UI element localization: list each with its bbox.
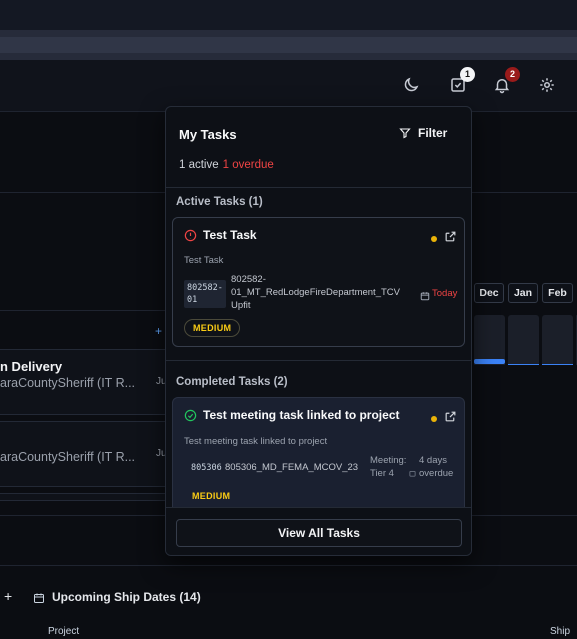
- project-card-subtitle: araCountySheriff (IT R...: [0, 450, 136, 464]
- column-header-project[interactable]: Project: [48, 626, 79, 637]
- due-status-line: overdue: [419, 468, 454, 479]
- moon-icon[interactable]: [402, 76, 420, 94]
- project-name-line: 802582-: [231, 274, 266, 285]
- calendar-icon: [420, 288, 430, 301]
- project-code-line: 802582-: [187, 283, 223, 293]
- project-code: 802582- 01: [184, 280, 226, 308]
- column-header-ship[interactable]: Ship: [550, 626, 570, 637]
- app-header: [0, 60, 577, 112]
- overdue-count[interactable]: 1 overdue: [223, 159, 274, 171]
- calendar-icon: [33, 591, 45, 603]
- section-divider: [0, 310, 166, 311]
- panel-footer: View All Tasks: [166, 507, 471, 555]
- external-link-icon[interactable]: [444, 230, 457, 243]
- active-count: 1 active: [179, 159, 219, 171]
- project-card-title: n Delivery: [0, 359, 63, 374]
- timeline-column: [542, 315, 573, 365]
- project-name[interactable]: 802582- 01_MT_RedLodgeFireDepartment_TCV…: [231, 273, 400, 312]
- project-card[interactable]: [0, 493, 168, 501]
- meeting-tier: Meeting: Tier 4: [370, 454, 406, 480]
- active-tasks-heading: Active Tasks (1): [176, 196, 263, 208]
- tasks-badge: 1: [460, 67, 475, 82]
- panel-title: My Tasks: [179, 127, 237, 142]
- task-title: Test meeting task linked to project: [203, 408, 400, 422]
- active-task-card[interactable]: Test Task Test Task 802582- 01 802582- 0…: [172, 217, 465, 347]
- meeting-tier-line: Tier 4: [370, 468, 394, 479]
- month-jan[interactable]: Jan: [508, 283, 538, 303]
- calendar-icon: [409, 464, 416, 477]
- top-bar: [0, 0, 577, 30]
- meeting-tier-line: Meeting:: [370, 455, 407, 466]
- my-tasks-panel: My Tasks Filter 1 active 1 overdue Active…: [165, 106, 472, 556]
- panel-divider: [166, 360, 471, 361]
- task-counts: 1 active 1 overdue: [179, 159, 274, 171]
- priority-badge: MEDIUM: [184, 319, 241, 337]
- external-link-icon[interactable]: [444, 410, 457, 423]
- timeline-line: [542, 364, 573, 365]
- timeline-column: [508, 315, 539, 365]
- project-name-line: Upfit: [231, 300, 251, 311]
- address-bar: [0, 30, 577, 60]
- project-name[interactable]: 805306_MD_FEMA_MCOV_23: [225, 461, 358, 474]
- add-ship-date-button[interactable]: +: [4, 588, 12, 604]
- upcoming-ship-dates-title: Upcoming Ship Dates (14): [52, 590, 201, 604]
- project-code-line: 01: [187, 295, 198, 305]
- timeline-progress-bar: [474, 359, 505, 364]
- month-dec[interactable]: Dec: [474, 283, 504, 303]
- gear-icon[interactable]: [538, 76, 556, 94]
- due-status: 4 days overdue: [419, 454, 453, 480]
- address-field[interactable]: [0, 37, 577, 53]
- priority-dot: [431, 416, 437, 422]
- timeline-line: [508, 364, 539, 365]
- month-feb[interactable]: Feb: [542, 283, 573, 303]
- project-code: 805306: [191, 463, 222, 473]
- priority-badge: MEDIUM: [192, 491, 231, 501]
- priority-dot: [431, 236, 437, 242]
- section-divider: [0, 565, 577, 566]
- task-description: Test Task: [184, 255, 224, 266]
- task-description: Test meeting task linked to project: [184, 436, 328, 447]
- panel-divider: [166, 187, 471, 188]
- filter-label: Filter: [418, 126, 448, 140]
- alert-circle-icon: [184, 229, 197, 242]
- completed-tasks-heading: Completed Tasks (2): [176, 376, 288, 388]
- due-status-line: 4 days: [419, 455, 447, 466]
- timeline-column: [474, 315, 505, 365]
- view-all-tasks-button[interactable]: View All Tasks: [176, 519, 462, 547]
- check-circle-icon: [184, 409, 197, 422]
- filter-button[interactable]: Filter: [399, 126, 447, 140]
- project-name-line: 01_MT_RedLodgeFireDepartment_TCV: [231, 287, 400, 298]
- task-title: Test Task: [203, 228, 257, 242]
- project-card-subtitle: araCountySheriff (IT R...: [0, 376, 136, 390]
- filter-icon: [399, 127, 411, 139]
- add-icon[interactable]: +: [155, 324, 162, 338]
- notifications-badge: 2: [505, 67, 520, 82]
- due-date: Today: [432, 288, 458, 299]
